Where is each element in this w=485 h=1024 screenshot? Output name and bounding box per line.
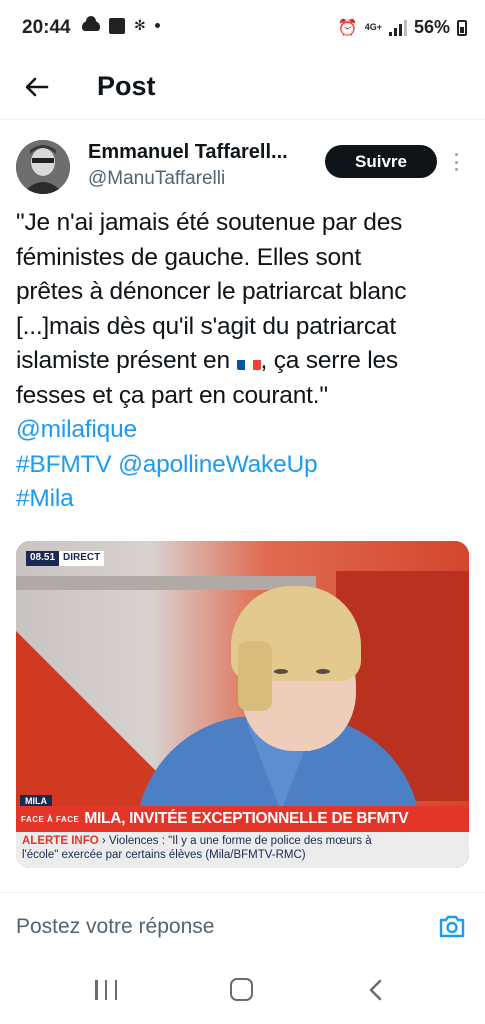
status-right: ⏰ 4G+ 56% xyxy=(338,17,467,38)
post-image[interactable]: 08.51 DIRECT MILA FACE À FACE MILA, INVI… xyxy=(16,541,469,868)
hashtag-link[interactable]: #BFMTV xyxy=(16,451,112,478)
post-text-line: "Je n'ai jamais été soutenue par des xyxy=(16,209,403,236)
recents-icon[interactable] xyxy=(95,980,117,1000)
tv-time-badge: 08.51 DIRECT xyxy=(26,551,105,566)
notification-icons: ✻ xyxy=(82,15,160,34)
reply-input[interactable]: Postez votre réponse xyxy=(16,915,214,939)
studio-strip xyxy=(16,576,316,590)
post-text-line: [...]mais dès qu'il s'agit du patriarcat xyxy=(16,312,396,340)
post-text-line: prêtes à dénoncer le patriarcat blanc xyxy=(16,278,407,305)
tv-alert-text: l'école" exercée par certains élèves (Mi… xyxy=(22,849,306,861)
reply-bar: Postez votre réponse xyxy=(0,892,485,960)
app-notification-icon xyxy=(109,17,125,34)
camera-icon[interactable] xyxy=(438,913,466,939)
tv-alert-text: Violences : "Il y a une forme de police … xyxy=(108,835,372,847)
system-back-icon[interactable] xyxy=(366,979,386,1001)
fan-icon: ✻ xyxy=(134,17,146,33)
status-bar: 20:44 ✻ ⏰ 4G+ 56% xyxy=(0,0,485,58)
back-arrow-icon[interactable] xyxy=(22,72,52,102)
avatar[interactable] xyxy=(16,140,70,194)
mention-link[interactable]: @milafique xyxy=(16,416,137,443)
system-nav-bar xyxy=(0,960,485,1024)
post-text: "Je n'ai jamais été soutenue par des fém… xyxy=(16,206,471,517)
top-app-bar: Post xyxy=(0,58,485,120)
alarm-icon: ⏰ xyxy=(337,19,358,37)
more-options-icon[interactable] xyxy=(450,150,462,174)
signal-icon xyxy=(388,19,407,36)
person-hair-side xyxy=(238,641,272,711)
mention-link[interactable]: @apollineWakeUp xyxy=(118,451,318,478)
post-text-fragment: , ça serre les xyxy=(260,347,399,374)
follow-button[interactable]: Suivre xyxy=(325,145,437,178)
cloud-icon xyxy=(82,15,100,31)
post-text-line: fesses et ça part en courant." xyxy=(16,381,328,409)
post-text-line-with-flag: islamiste présent en , ça serre les xyxy=(16,344,471,379)
page-title: Post xyxy=(97,71,156,101)
network-type: 4G+ xyxy=(364,22,382,32)
hashtag-link[interactable]: #Mila xyxy=(16,485,74,512)
person-eye xyxy=(274,669,288,674)
home-icon[interactable] xyxy=(230,978,253,1001)
tv-face-logo: FACE À FACE xyxy=(21,814,80,824)
post-text-line: féministes de gauche. Elles sont xyxy=(16,243,361,271)
tv-headline: MILA, INVITÉE EXCEPTIONNELLE DE BFMTV xyxy=(84,810,409,827)
tv-alert-ticker: ALERTE INFO › Violences : "Il y a une fo… xyxy=(16,832,469,868)
post-text-fragment: islamiste présent en xyxy=(16,347,230,374)
person-eye xyxy=(316,669,330,674)
tv-time: 08.51 xyxy=(26,551,60,566)
author-handle[interactable]: @ManuTaffarelli xyxy=(88,168,225,190)
battery-icon xyxy=(457,19,467,36)
tv-headline-bar: FACE À FACE MILA, INVITÉE EXCEPTIONNELLE… xyxy=(16,806,469,832)
avatar-photo xyxy=(16,140,70,194)
more-notifications-dot-icon xyxy=(154,23,160,28)
author-name[interactable]: Emmanuel Taffarell... xyxy=(88,141,288,164)
tv-alert-label: ALERTE INFO xyxy=(22,835,99,847)
status-time: 20:44 xyxy=(22,17,71,38)
battery-percent: 56% xyxy=(413,17,450,37)
tv-direct: DIRECT xyxy=(59,551,105,566)
france-flag-icon xyxy=(236,353,261,370)
